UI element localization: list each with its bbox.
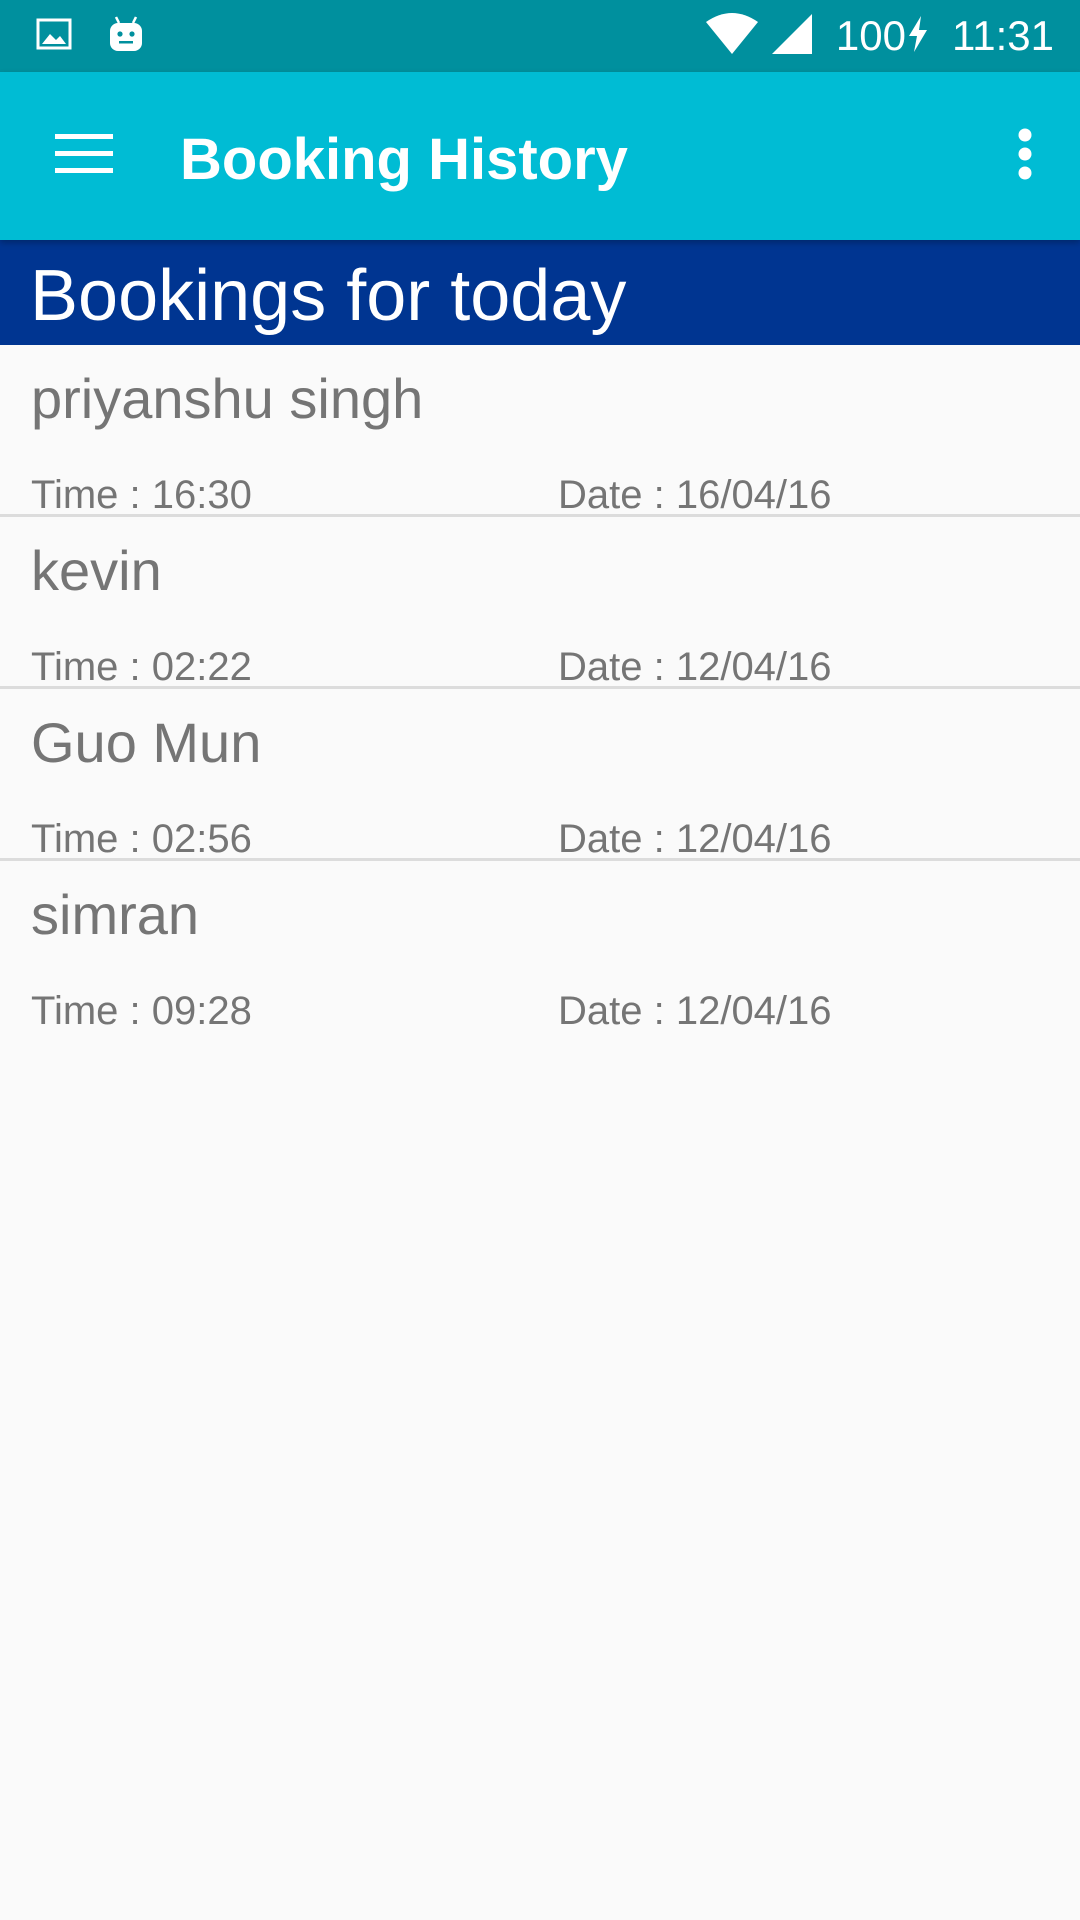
section-title: Bookings for today bbox=[30, 256, 627, 336]
list-item[interactable]: kevin Time : 02:22 Date : 12/04/16 bbox=[0, 517, 1080, 689]
booking-time: Time : 16:30 bbox=[31, 473, 252, 517]
status-bar: 100 11:31 bbox=[0, 0, 1080, 72]
app-bar: Booking History bbox=[0, 72, 1080, 240]
booking-time: Time : 02:22 bbox=[31, 645, 252, 689]
signal-icon bbox=[770, 12, 814, 61]
booking-time: Time : 02:56 bbox=[31, 817, 252, 861]
booking-history-screen: 100 11:31 Booking History Bookings for t… bbox=[0, 0, 1080, 1920]
booking-name: kevin bbox=[31, 539, 162, 602]
booking-list: priyanshu singh Time : 16:30 Date : 16/0… bbox=[0, 345, 1080, 1033]
booking-name: simran bbox=[31, 883, 200, 946]
list-item[interactable]: priyanshu singh Time : 16:30 Date : 16/0… bbox=[0, 345, 1080, 517]
image-icon bbox=[36, 16, 72, 57]
booking-date: Date : 12/04/16 bbox=[558, 989, 832, 1033]
more-vert-icon bbox=[1017, 128, 1033, 185]
page-title: Booking History bbox=[180, 127, 628, 192]
section-header: Bookings for today bbox=[0, 240, 1080, 345]
booking-date: Date : 12/04/16 bbox=[558, 817, 832, 861]
status-time: 11:31 bbox=[952, 12, 1054, 59]
booking-name: Guo Mun bbox=[31, 711, 262, 774]
booking-date: Date : 16/04/16 bbox=[558, 473, 832, 517]
overflow-menu-button[interactable] bbox=[990, 116, 1060, 196]
android-icon bbox=[106, 14, 146, 59]
charging-icon bbox=[906, 14, 930, 59]
list-item[interactable]: simran Time : 09:28 Date : 12/04/16 bbox=[0, 861, 1080, 1033]
menu-button[interactable] bbox=[40, 116, 128, 196]
list-item[interactable]: Guo Mun Time : 02:56 Date : 12/04/16 bbox=[0, 689, 1080, 861]
wifi-icon bbox=[704, 12, 760, 61]
booking-time: Time : 09:28 bbox=[31, 989, 252, 1033]
battery-level: 100 bbox=[835, 12, 906, 59]
booking-name: priyanshu singh bbox=[31, 367, 424, 430]
hamburger-menu-icon bbox=[55, 133, 113, 179]
booking-date: Date : 12/04/16 bbox=[558, 645, 832, 689]
